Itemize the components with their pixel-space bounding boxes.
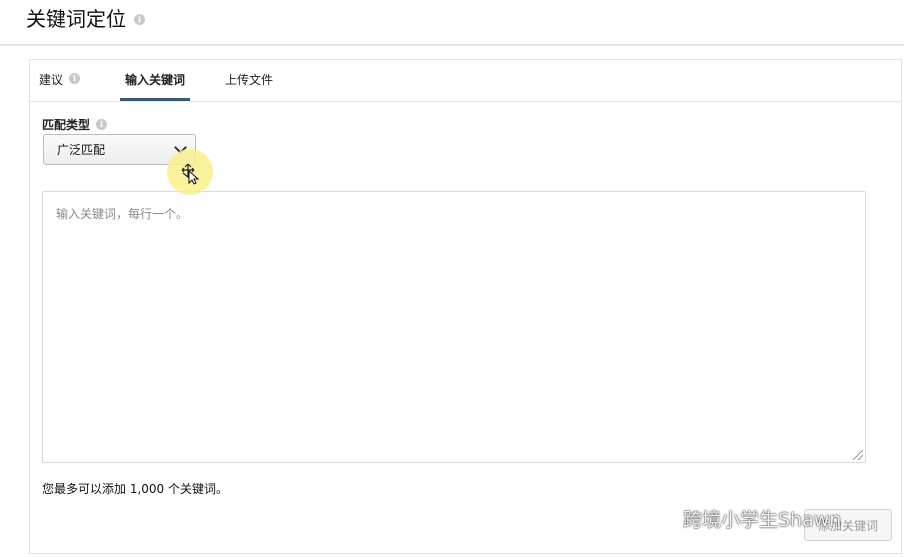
resize-handle-icon[interactable]	[853, 450, 863, 460]
move-cursor-icon	[181, 163, 200, 185]
info-icon[interactable]: i	[69, 73, 81, 84]
wechat-logo-icon	[653, 510, 677, 527]
tab-bar: 建议 i 输入关键词 上传文件	[30, 60, 901, 102]
info-icon[interactable]: i	[134, 13, 145, 25]
keywords-placeholder: 输入关键词，每行一个。	[56, 207, 189, 221]
watermark: 跨境小学生Shawn	[653, 505, 841, 532]
tab-upload-file-label: 上传文件	[225, 73, 274, 87]
tab-suggested-label: 建议	[39, 73, 64, 87]
page-title-text: 关键词定位	[26, 7, 126, 31]
keyword-targeting-panel: 建议 i 输入关键词 上传文件 匹配类型 i 广泛匹配 输入关键词，每行一个。 …	[29, 59, 902, 554]
match-type-label-text: 匹配类型	[42, 118, 91, 132]
tab-enter-keywords[interactable]: 输入关键词	[120, 71, 191, 101]
title-divider	[0, 44, 904, 46]
tab-suggested[interactable]: 建议 i	[39, 71, 81, 101]
keyword-limit-note: 您最多可以添加 1,000 个关键词。	[42, 482, 228, 496]
keywords-textarea[interactable]: 输入关键词，每行一个。	[42, 191, 866, 463]
tab-upload-file[interactable]: 上传文件	[225, 71, 273, 101]
page-title: 关键词定位 i	[26, 6, 145, 32]
tab-enter-keywords-label: 输入关键词	[125, 73, 186, 87]
watermark-text: 跨境小学生Shawn	[683, 509, 842, 531]
info-icon[interactable]: i	[96, 119, 108, 130]
match-type-label: 匹配类型 i	[42, 116, 108, 133]
match-type-selected: 广泛匹配	[57, 143, 106, 157]
